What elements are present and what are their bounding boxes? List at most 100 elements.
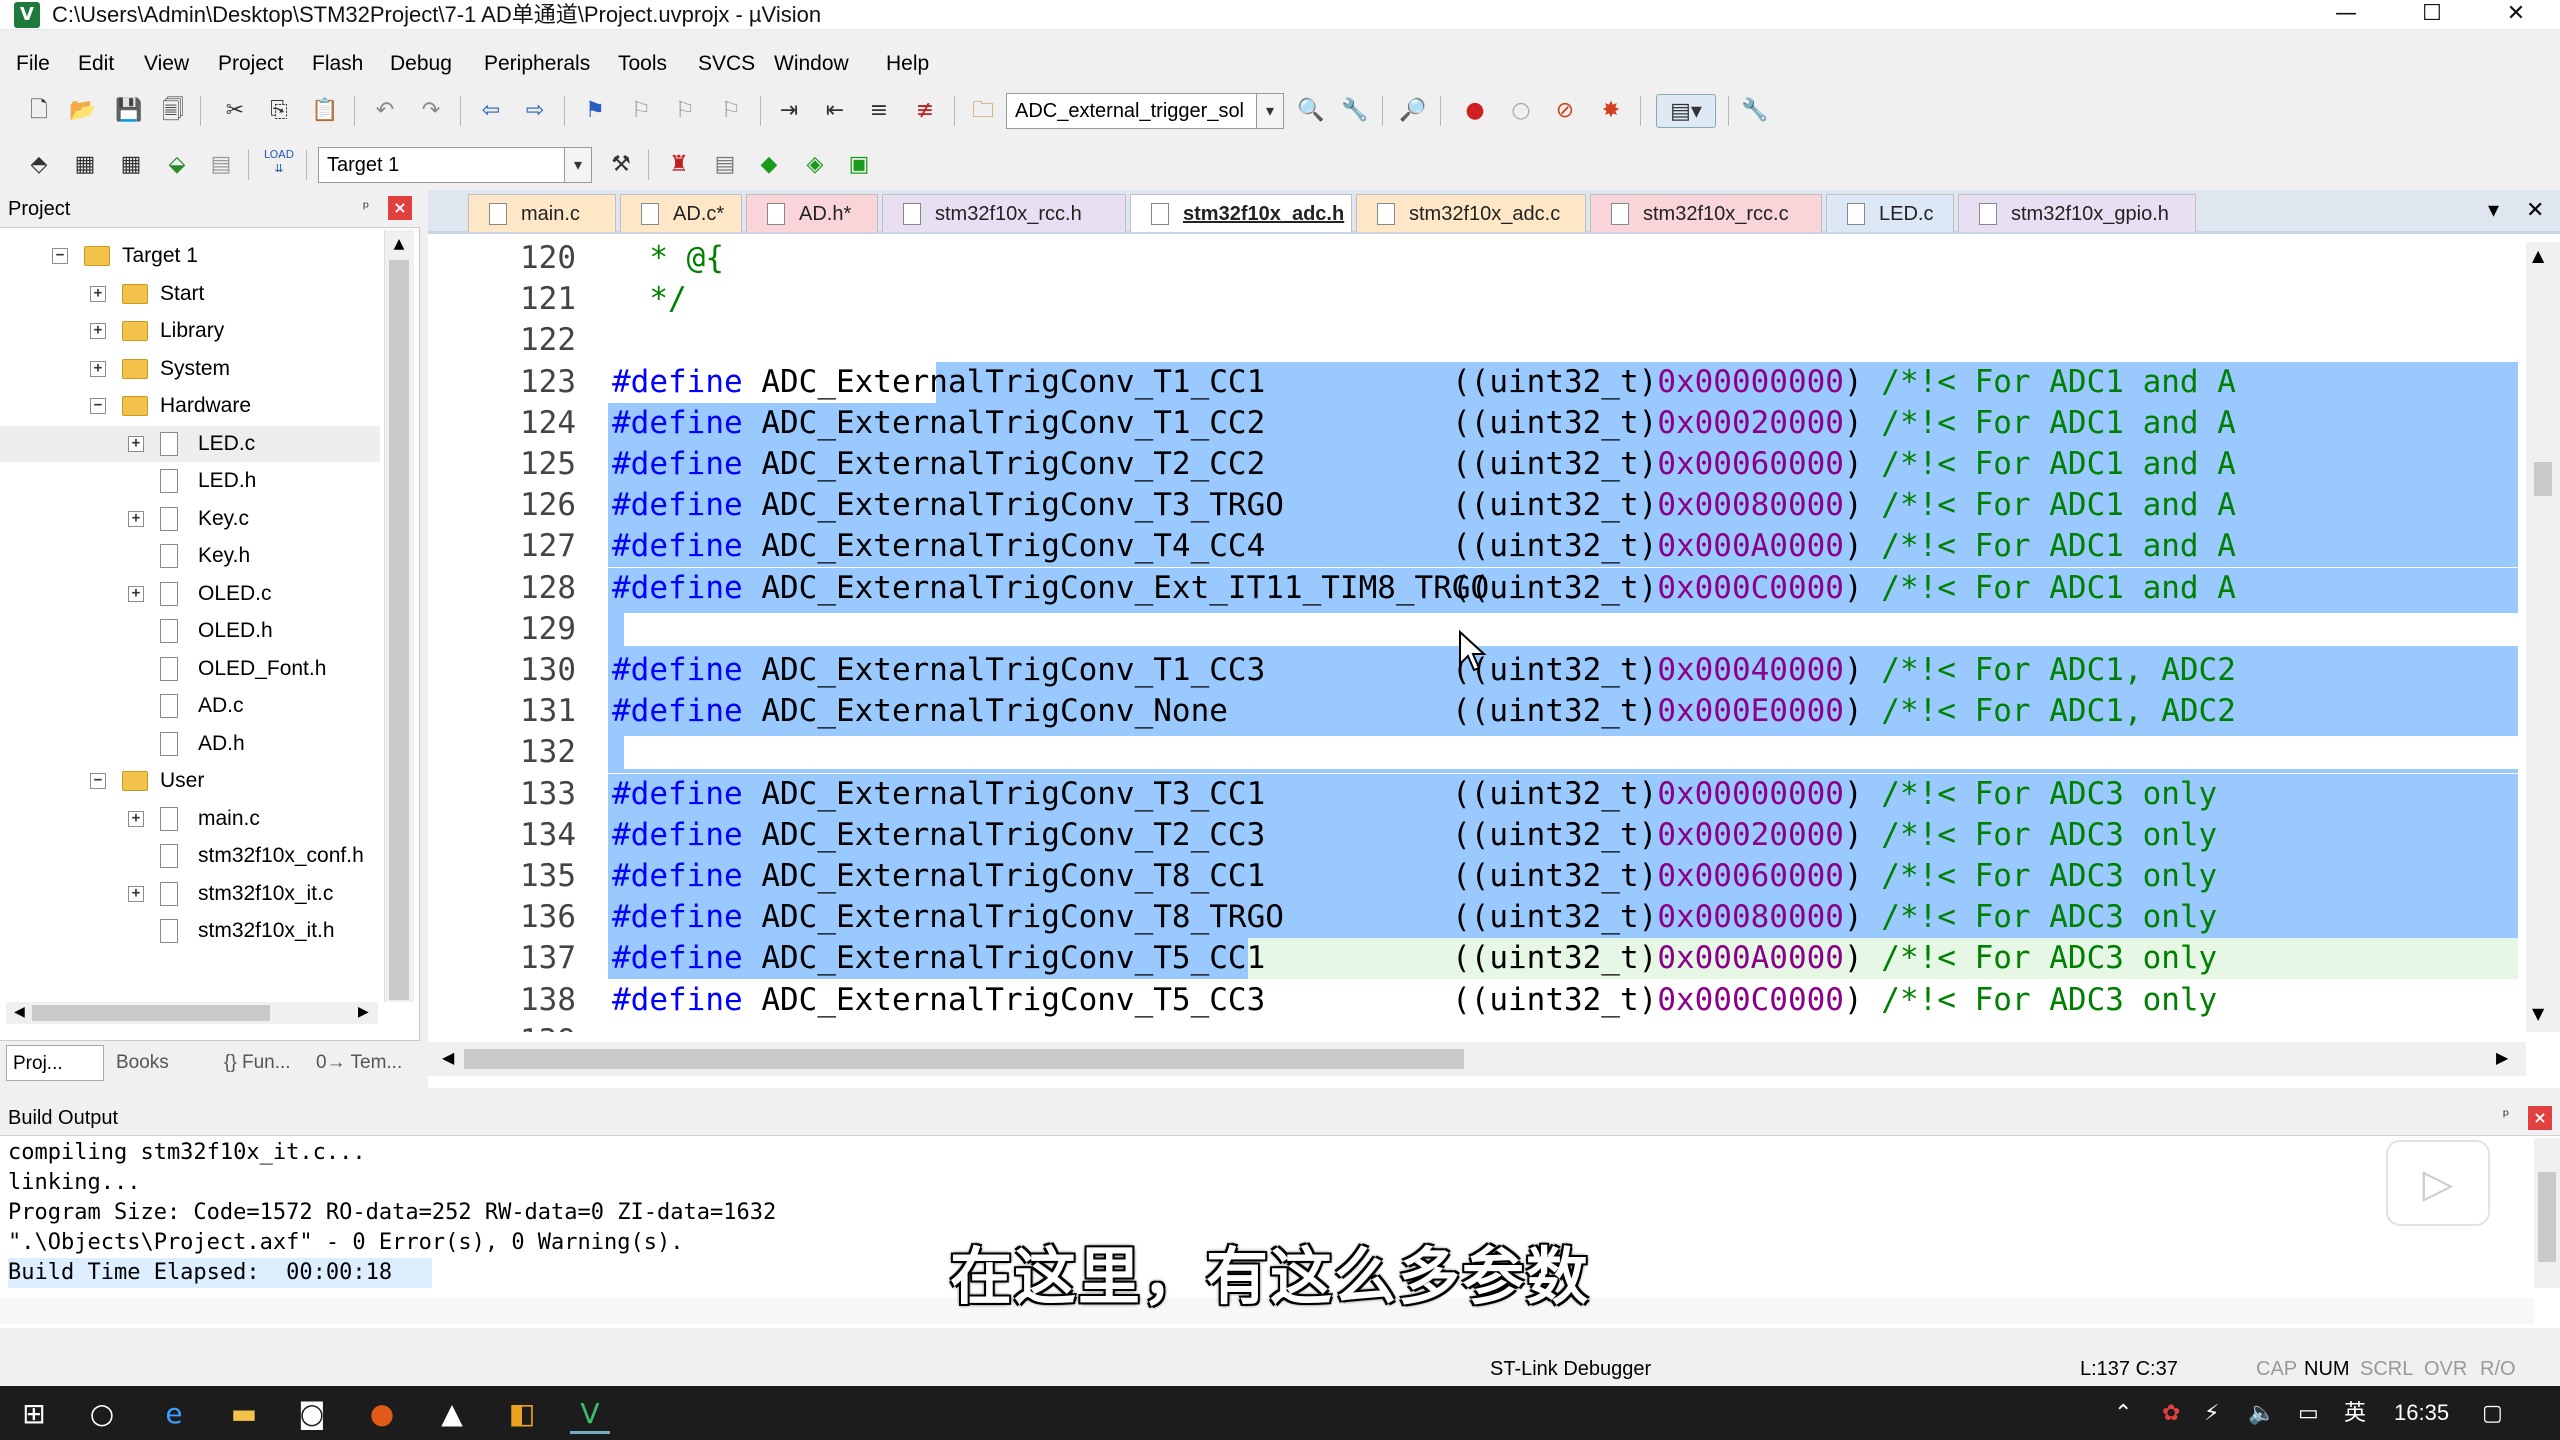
tree-item-stm32f10x-it-c[interactable]: + stm32f10x_it.c: [0, 876, 380, 912]
file-explorer-icon[interactable]: ▬: [224, 1394, 264, 1434]
menu-flash[interactable]: Flash: [312, 46, 363, 82]
scroll-left-icon[interactable]: ◀: [14, 1004, 25, 1020]
select-packs-icon[interactable]: ▤: [708, 148, 742, 182]
tree-item-oled-font-h[interactable]: OLED_Font.h: [0, 651, 380, 687]
pin-icon[interactable]: ᵖ: [354, 196, 378, 220]
editor-tab-ad-c-[interactable]: AD.c*: [620, 194, 742, 232]
kill-breakpoints-icon[interactable]: ✸: [1594, 94, 1628, 128]
open-file-icon[interactable]: 📂: [66, 94, 100, 128]
menu-file[interactable]: File: [16, 46, 50, 82]
disable-breakpoints-icon[interactable]: ⊘: [1548, 94, 1582, 128]
copy-icon[interactable]: ⎘: [262, 94, 296, 128]
menu-help[interactable]: Help: [886, 46, 929, 82]
undo-icon[interactable]: ↶: [368, 94, 402, 128]
find-combo[interactable]: ADC_external_trigger_sol: [1006, 93, 1270, 129]
code-line[interactable]: 136 #define ADC_ExternalTrigConv_T8_TRGO (…: [428, 897, 2518, 939]
menu-project[interactable]: Project: [218, 46, 283, 82]
tree-item-system[interactable]: + System: [0, 351, 380, 387]
powerpoint-icon[interactable]: ●: [362, 1394, 402, 1434]
code-line[interactable]: 137 #define ADC_ExternalTrigConv_T5_CC1 ((…: [428, 938, 2518, 980]
tree-item-led-c[interactable]: + LED.c: [0, 425, 380, 462]
configure-icon[interactable]: 🔧: [1738, 94, 1772, 128]
find-in-files-icon[interactable]: 🗀: [966, 94, 1000, 128]
tree-vertical-scrollbar[interactable]: ▲: [384, 230, 414, 1002]
menu-window[interactable]: Window: [774, 46, 849, 82]
target-combo[interactable]: Target 1: [318, 147, 578, 183]
close-panel-icon[interactable]: ×: [388, 196, 412, 220]
batch-build-icon[interactable]: ⬙: [160, 148, 194, 182]
uncomment-icon[interactable]: ≢: [908, 94, 942, 128]
code-line[interactable]: 121 */: [428, 279, 2518, 320]
code-line[interactable]: 131 #define ADC_ExternalTrigConv_None ((ui…: [428, 691, 2518, 733]
tree-item-user[interactable]: − User: [0, 763, 380, 799]
tree-item-library[interactable]: + Library: [0, 313, 380, 349]
input-method[interactable]: 英: [2344, 1386, 2366, 1440]
editor-tab-stm32f10x-adc-c[interactable]: stm32f10x_adc.c: [1356, 194, 1586, 232]
templates-tab[interactable]: 0→ Tem...: [310, 1045, 410, 1081]
close-tab-icon[interactable]: ✕: [2526, 198, 2544, 223]
tree-item-stm32f10x-conf-h[interactable]: stm32f10x_conf.h: [0, 838, 380, 874]
camera-app-icon[interactable]: ◙: [292, 1394, 332, 1434]
tree-item-oled-c[interactable]: + OLED.c: [0, 576, 380, 612]
tree-item-start[interactable]: + Start: [0, 276, 380, 312]
scroll-down-icon[interactable]: ▼: [2532, 1004, 2544, 1023]
cut-icon[interactable]: ✂: [218, 94, 252, 128]
code-line[interactable]: 135 #define ADC_ExternalTrigConv_T8_CC1 ((…: [428, 856, 2518, 897]
editor-tab-main-c[interactable]: main.c: [468, 194, 616, 232]
code-line[interactable]: 139: [428, 1021, 2518, 1032]
search-icon[interactable]: ○: [82, 1394, 122, 1434]
tree-item-target-1[interactable]: − Target 1: [0, 238, 380, 274]
scroll-right-icon[interactable]: ▶: [2496, 1048, 2508, 1067]
expand-toggle-icon[interactable]: −: [90, 398, 106, 414]
menu-peripherals[interactable]: Peripherals: [484, 46, 590, 82]
expand-toggle-icon[interactable]: +: [128, 885, 144, 902]
code-line[interactable]: 127 #define ADC_ExternalTrigConv_T4_CC4 ((…: [428, 526, 2518, 568]
editor-tab-led-c[interactable]: LED.c: [1826, 194, 1954, 232]
download-icon[interactable]: LOAD ⇊: [262, 148, 296, 182]
tree-horizontal-scrollbar[interactable]: ◀ ▶: [6, 1002, 378, 1024]
next-bookmark-icon[interactable]: ⚐: [668, 94, 702, 128]
code-line[interactable]: 120 * @{: [428, 242, 2518, 279]
tree-item-key-c[interactable]: + Key.c: [0, 501, 380, 537]
target-combo-dropdown[interactable]: ▾: [564, 147, 592, 183]
tree-item-ad-h[interactable]: AD.h: [0, 726, 380, 762]
code-line[interactable]: 138 #define ADC_ExternalTrigConv_T5_CC3 ((…: [428, 980, 2518, 1021]
tab-list-icon[interactable]: ▾: [2488, 198, 2499, 223]
project-tab[interactable]: Proj...: [6, 1045, 104, 1081]
code-line[interactable]: 124 #define ADC_ExternalTrigConv_T1_CC2 ((…: [428, 402, 2518, 444]
run-time-environment-icon[interactable]: ◈: [798, 148, 832, 182]
pin-icon[interactable]: ᵖ: [2494, 1104, 2518, 1128]
start-icon[interactable]: ⊞: [14, 1394, 54, 1434]
tree-item-stm32f10x-it-h[interactable]: stm32f10x_it.h: [0, 913, 380, 949]
clear-bookmarks-icon[interactable]: ⚐: [714, 94, 748, 128]
functions-tab[interactable]: {} Fun...: [218, 1045, 304, 1081]
editor-tab-stm32f10x-gpio-h[interactable]: stm32f10x_gpio.h: [1958, 194, 2196, 232]
build-icon[interactable]: ▦: [68, 148, 102, 182]
stop-build-icon[interactable]: ▤: [204, 148, 238, 182]
code-line[interactable]: 122: [428, 320, 2518, 361]
battery-icon[interactable]: ▭: [2298, 1386, 2319, 1440]
close-panel-icon[interactable]: ×: [2528, 1106, 2552, 1130]
expand-toggle-icon[interactable]: −: [90, 773, 106, 789]
window-layout-icon[interactable]: ▤▾: [1656, 94, 1716, 128]
expand-toggle-icon[interactable]: −: [52, 248, 68, 264]
books-tab[interactable]: Books: [110, 1045, 212, 1081]
find-icon[interactable]: 🔍: [1294, 94, 1328, 128]
editor-horizontal-scrollbar[interactable]: ◀ ▶: [428, 1042, 2526, 1076]
expand-toggle-icon[interactable]: +: [90, 360, 106, 377]
tray-app-icon[interactable]: ✿: [2162, 1386, 2180, 1440]
uvision-taskbar-icon[interactable]: V: [570, 1394, 610, 1434]
debug-session-icon[interactable]: 🔎: [1396, 94, 1430, 128]
menu-edit[interactable]: Edit: [78, 46, 114, 82]
editor-tab-stm32f10x-rcc-c[interactable]: stm32f10x_rcc.c: [1590, 194, 1822, 232]
volume-icon[interactable]: 🔈: [2248, 1386, 2275, 1440]
tray-overflow-icon[interactable]: ⌃: [2114, 1386, 2132, 1440]
new-file-icon[interactable]: 🗋: [22, 94, 56, 128]
tree-item-key-h[interactable]: Key.h: [0, 538, 380, 574]
editor-vertical-scrollbar[interactable]: ▲ ▼: [2526, 242, 2560, 1032]
prev-bookmark-icon[interactable]: ⚐: [624, 94, 658, 128]
menu-tools[interactable]: Tools: [618, 46, 667, 82]
expand-toggle-icon[interactable]: +: [128, 510, 144, 527]
scroll-up-icon[interactable]: ▲: [389, 236, 409, 256]
code-line[interactable]: 125 #define ADC_ExternalTrigConv_T2_CC2 ((…: [428, 444, 2518, 485]
